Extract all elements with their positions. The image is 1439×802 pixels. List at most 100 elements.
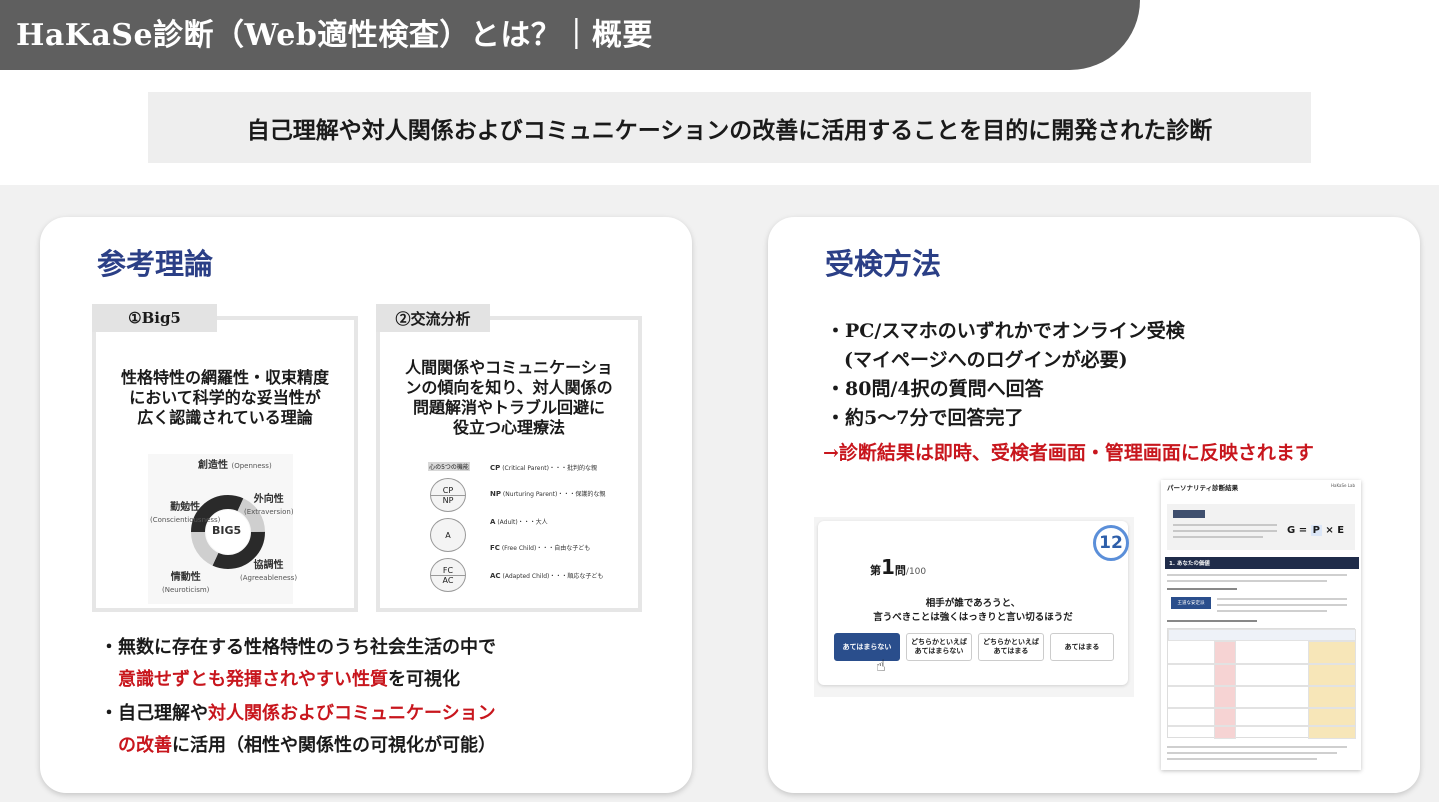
report-section-header: 1. あなたの価値	[1165, 557, 1359, 569]
report-line	[1167, 580, 1327, 582]
question-total: /100	[905, 567, 927, 577]
report-table-rule	[1168, 685, 1356, 687]
question-number: 第1問/100	[870, 555, 926, 579]
big5-figure: BIG5 創造性 (Openness) 外向性 (Extraversion) 勤勉…	[148, 454, 297, 604]
ta-circle-np-text: NP	[431, 494, 465, 505]
result-note: →診断結果は即時、受検者画面・管理画面に反映されます	[823, 442, 1314, 464]
ta-desc-line: 役立つ心理療法	[452, 418, 565, 437]
transactional-analysis-box: 人間関係やコミュニケーショ ンの傾向を知り、対人関係の 問題解消やトラブル回避に…	[376, 316, 642, 612]
bullet-line: ・無数に存在する性格特性のうち社会生活の中で	[100, 637, 496, 658]
ta-figure: 心の5つの機能 CP NP A FC AC CP (Critical Paren…	[428, 462, 638, 607]
conscientiousness-label: 勤勉性 (Conscientiousness)	[150, 502, 220, 526]
conscientiousness-en-text: (Conscientiousness)	[150, 516, 221, 524]
neuroticism-label: 情動性 (Neuroticism)	[162, 572, 209, 596]
ta-circle-fc-ac: FC AC	[430, 558, 466, 592]
big5-desc-line: 広く認識されている理論	[137, 408, 313, 427]
ta-figure-head: 心の5つの機能	[428, 462, 470, 471]
agreeableness-en-text: (Agreeableness)	[240, 574, 298, 582]
transactional-analysis-tab: ②交流分析	[376, 304, 490, 332]
bullet-text: に活用（相性や関係性の可視化が可能）	[172, 735, 496, 756]
bullet-visualize: ・無数に存在する性格特性のうち社会生活の中で 意識せずとも発揮されやすい性質を可…	[100, 632, 496, 696]
ta-item-title: AC	[490, 572, 501, 580]
question-line: 相手が誰であろうと、	[925, 598, 1021, 609]
quiz-card: 12 第1問/100 相手が誰であろうと、 言うべきことは強くはっきりと言い切る…	[818, 521, 1129, 685]
bullet-highlight: の改善	[118, 735, 172, 756]
ta-item-title: NP	[490, 490, 501, 498]
report-table-rule	[1168, 725, 1356, 727]
extraversion-en-text: (Extraversion)	[244, 508, 294, 516]
reference-theory-title: 参考理論	[97, 247, 214, 281]
question-counter-badge: 12	[1093, 525, 1129, 561]
report-screenshot: パーソナリティ診断結果 HaKaSe Lab G = P × E 1. あなたの…	[1161, 480, 1361, 770]
method-item: ・約5〜7分で回答完了	[826, 407, 1024, 429]
report-table-header	[1168, 629, 1356, 641]
report-table	[1167, 628, 1356, 739]
ta-item-sub: (Adult)・・・大人	[497, 519, 548, 526]
report-table-rule	[1168, 707, 1356, 709]
ta-item-sub: (Nurturing Parent)・・・保護的な親	[502, 491, 606, 498]
ta-description: 人間関係やコミュニケーショ ンの傾向を知り、対人関係の 問題解消やトラブル回避に…	[380, 358, 638, 438]
ta-circle-fc-text: FC	[442, 565, 454, 575]
extraversion-label: 外向性 (Extraversion)	[244, 494, 294, 518]
big5-box: 性格特性の網羅性・収束精度 において科学的な妥当性が 広く認識されている理論 B…	[92, 316, 358, 612]
openness-en-text: (Openness)	[231, 462, 272, 470]
ta-desc-line: 問題解消やトラブル回避に	[412, 398, 605, 417]
question-num: 1	[881, 555, 895, 579]
subtitle-text: 自己理解や対人関係およびコミュニケーションの改善に活用することを目的に開発された…	[246, 116, 1213, 144]
report-type-badge: 王道な安定派	[1171, 597, 1211, 609]
hand-cursor-icon: ☝	[876, 656, 886, 675]
ta-item-fc: FC (Free Child)・・・自由な子ども	[490, 544, 640, 553]
big5-desc-line: 性格特性の網羅性・収束精度	[120, 368, 329, 387]
exam-method-card: 受検方法 ・PC/スマホのいずれかでオンライン受検 (マイページへのログインが必…	[768, 217, 1420, 793]
ta-circle-cp-text: CP	[442, 485, 454, 495]
ta-circle-a: A	[430, 518, 466, 552]
ta-item-cp: CP (Critical Parent)・・・批判的な親	[490, 464, 640, 473]
bullet-highlight: 対人関係およびコミュニケーション	[208, 703, 496, 724]
report-line	[1167, 620, 1257, 622]
ta-item-title: CP	[490, 464, 501, 472]
report-table-rule	[1168, 663, 1356, 665]
big5-center-label: BIG5	[212, 524, 242, 537]
reference-theory-card: 参考理論 性格特性の網羅性・収束精度 において科学的な妥当性が 広く認識されてい…	[40, 217, 692, 793]
ta-item-a: A (Adult)・・・大人	[490, 518, 640, 527]
ta-circle-ac-text: AC	[431, 574, 465, 585]
method-item: ・80問/4択の質問へ回答	[826, 378, 1044, 400]
agreeableness-text: 協調性	[253, 560, 284, 571]
report-logo: HaKaSe Lab	[1331, 483, 1355, 488]
report-panel-line	[1173, 536, 1263, 538]
report-panel-line	[1173, 530, 1277, 532]
page-title: HaKaSe診断（Web適性検査）とは？｜概要	[16, 18, 653, 53]
bullet-line: の改善に活用（相性や関係性の可視化が可能）	[100, 730, 496, 762]
answer-not-apply-button[interactable]: あてはまらない	[834, 633, 900, 661]
report-line	[1167, 758, 1317, 760]
method-item: ・PC/スマホのいずれかでオンライン受検	[826, 320, 1185, 342]
bullet-text: を可視化	[388, 669, 460, 690]
big5-tab: ①Big5	[92, 304, 217, 332]
openness-label: 創造性 (Openness)	[198, 460, 272, 472]
bullet-highlight: 意識せずとも発揮されやすい性質	[118, 669, 388, 690]
ta-item-sub: (Adapted Child)・・・順応な子ども	[502, 573, 604, 580]
answer-somewhat-not-apply-button[interactable]: どちらかといえば あてはまらない	[906, 633, 972, 661]
subtitle-box: 自己理解や対人関係およびコミュニケーションの改善に活用することを目的に開発された…	[148, 92, 1311, 163]
ta-item-sub: (Free Child)・・・自由な子ども	[501, 545, 591, 552]
formula-g: G	[1287, 525, 1296, 536]
answer-somewhat-apply-button[interactable]: どちらかといえば あてはまる	[978, 633, 1044, 661]
report-line	[1167, 574, 1347, 576]
ta-circle-a-text: A	[445, 530, 451, 540]
formula-e: E	[1337, 525, 1345, 536]
report-line	[1217, 598, 1347, 600]
report-formula: G = P × E	[1287, 525, 1345, 536]
report-line	[1167, 746, 1347, 748]
ta-item-np: NP (Nurturing Parent)・・・保護的な親	[490, 490, 640, 499]
answer-apply-button[interactable]: あてはまる	[1050, 633, 1114, 661]
report-line	[1167, 588, 1237, 590]
report-line	[1217, 610, 1327, 612]
ta-desc-line: ンの傾向を知り、対人関係の	[405, 378, 613, 397]
big5-description: 性格特性の網羅性・収束精度 において科学的な妥当性が 広く認識されている理論	[96, 368, 354, 428]
question-line: 言うべきことは強くはっきりと言い切るほうだ	[873, 612, 1073, 623]
question-suffix: 問	[894, 564, 906, 577]
openness-text: 創造性	[198, 460, 228, 471]
exam-method-title: 受検方法	[825, 247, 942, 281]
neuroticism-en-text: (Neuroticism)	[162, 586, 210, 594]
conscientiousness-text: 勤勉性	[170, 502, 201, 513]
